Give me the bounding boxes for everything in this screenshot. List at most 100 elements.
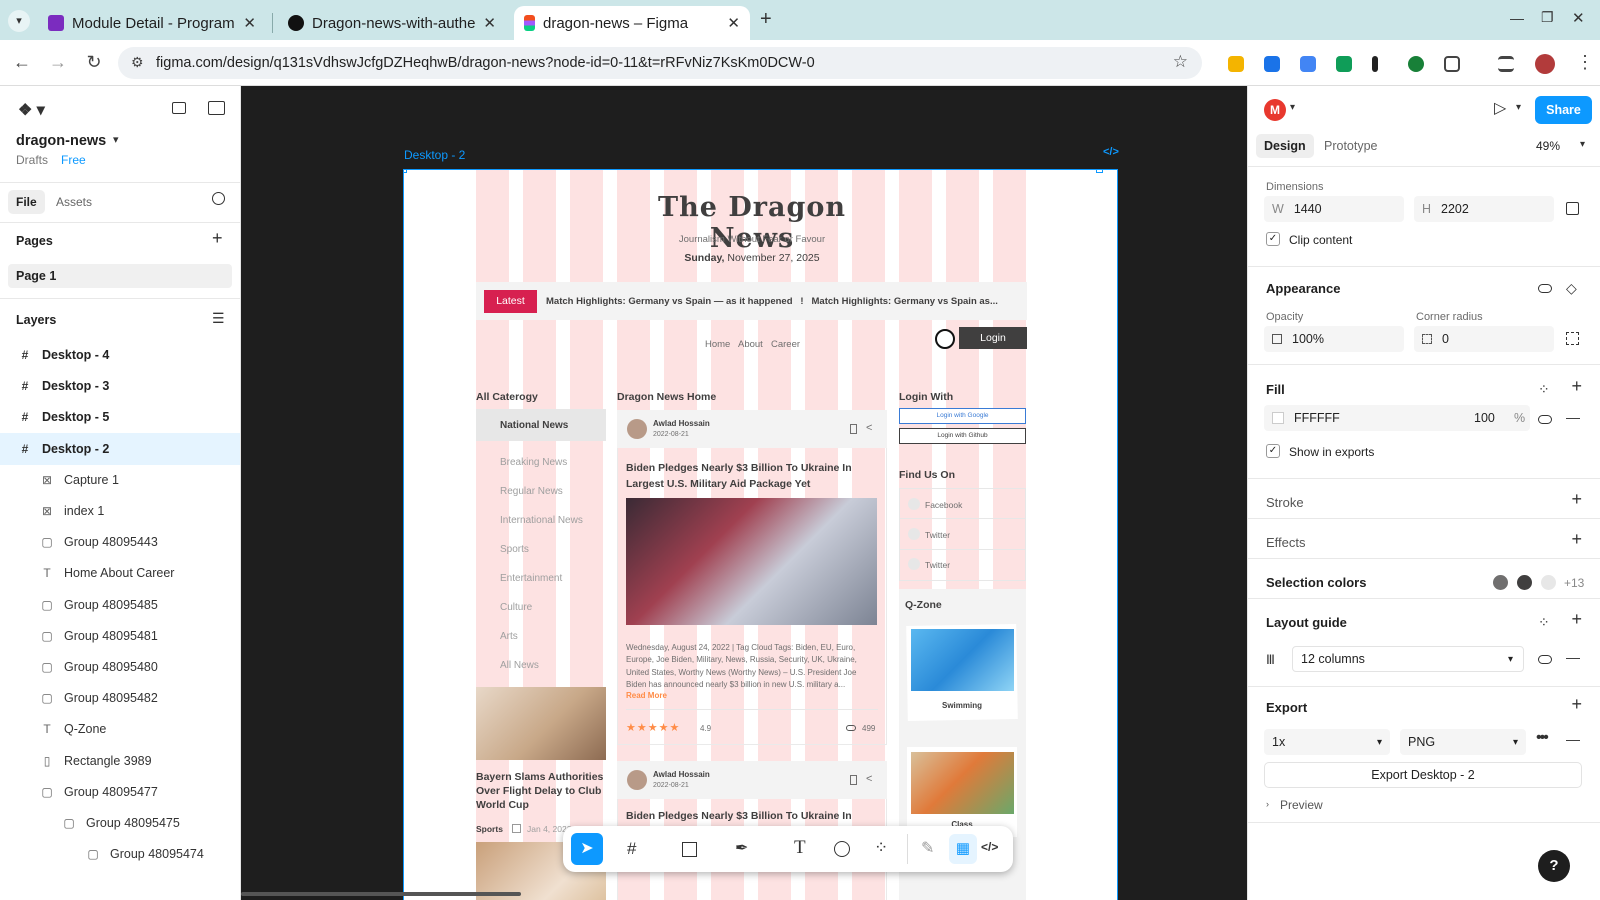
add-page-icon[interactable]: + bbox=[212, 228, 223, 249]
browser-tab-github[interactable]: Dragon-news-with-authe ✕ bbox=[278, 6, 506, 40]
social-facebook[interactable]: Facebook bbox=[925, 500, 962, 510]
columns-select[interactable]: 12 columns ▾ bbox=[1292, 646, 1524, 672]
independent-corners-icon[interactable] bbox=[1566, 332, 1579, 345]
extensions-puzzle-icon[interactable] bbox=[1444, 56, 1460, 72]
address-bar[interactable]: ⚙ figma.com/design/q131sVdhswJcfgDZHeqhw… bbox=[118, 47, 1202, 79]
pen-tool-icon[interactable]: ✒ bbox=[735, 838, 748, 858]
drafts-label[interactable]: Drafts bbox=[16, 153, 48, 167]
selection-colors-more[interactable]: +13 bbox=[1564, 576, 1584, 590]
nav-about[interactable]: About bbox=[738, 339, 763, 350]
share-button[interactable]: Share bbox=[1535, 96, 1592, 124]
login-button[interactable]: Login bbox=[959, 327, 1027, 349]
add-stroke-icon[interactable]: + bbox=[1571, 489, 1582, 510]
layer-row[interactable]: # Desktop - 5 bbox=[0, 401, 240, 433]
category-item[interactable]: Arts bbox=[500, 631, 518, 642]
remove-layout-guide-icon[interactable]: — bbox=[1566, 649, 1580, 665]
layer-row[interactable]: ▢ Group 48095480 bbox=[0, 651, 240, 683]
selection-color-swatch[interactable] bbox=[1541, 575, 1556, 590]
layer-row[interactable]: # Desktop - 2 bbox=[0, 432, 240, 465]
category-item[interactable]: Entertainment bbox=[500, 573, 562, 584]
clip-content-checkbox[interactable]: ✓ bbox=[1266, 232, 1280, 246]
corner-radius-field[interactable]: 0 bbox=[1414, 326, 1554, 352]
tab-design[interactable]: Design bbox=[1256, 134, 1314, 158]
shape-tool-icon[interactable] bbox=[682, 842, 697, 857]
layer-row[interactable]: T Home About Career bbox=[0, 557, 240, 589]
layers-collapse-icon[interactable]: ☰ bbox=[212, 310, 225, 327]
login-github-button[interactable]: Login with Github bbox=[899, 428, 1026, 444]
preview-chevron-icon[interactable]: › bbox=[1266, 799, 1269, 809]
export-format-select[interactable]: PNG ▾ bbox=[1400, 729, 1526, 755]
browser-tab-figma[interactable]: dragon-news – Figma ✕ bbox=[514, 6, 750, 40]
width-field[interactable]: W 1440 bbox=[1264, 196, 1404, 222]
news-headline[interactable]: Biden Pledges Nearly $3 Billion To Ukrai… bbox=[626, 460, 878, 492]
tab-file[interactable]: File bbox=[8, 190, 45, 214]
browser-menu-icon[interactable]: ⋮ bbox=[1576, 52, 1594, 73]
extension-green-icon[interactable] bbox=[1408, 56, 1424, 72]
restore-icon[interactable]: ❐ bbox=[1541, 9, 1554, 26]
category-item[interactable]: Regular News bbox=[500, 486, 563, 497]
login-google-button[interactable]: Login with Google bbox=[899, 408, 1026, 424]
extension-edit-icon[interactable] bbox=[1264, 56, 1280, 72]
browser-tab-program[interactable]: Module Detail - Program ✕ bbox=[38, 6, 266, 40]
read-more-link[interactable]: Read More bbox=[626, 691, 667, 700]
nav-career[interactable]: Career bbox=[771, 339, 800, 350]
layer-row[interactable]: T Q-Zone bbox=[0, 713, 240, 745]
sidebar-toggle-icon[interactable] bbox=[208, 101, 225, 115]
bookmark-icon[interactable] bbox=[850, 424, 857, 434]
close-tab-icon[interactable]: ✕ bbox=[243, 14, 256, 32]
close-window-icon[interactable]: ✕ bbox=[1572, 9, 1585, 27]
zoom-chevron-icon[interactable]: ▾ bbox=[1580, 139, 1585, 150]
layer-row[interactable]: # Desktop - 3 bbox=[0, 370, 240, 402]
present-chevron-icon[interactable]: ▾ bbox=[1516, 102, 1521, 113]
url-text[interactable]: figma.com/design/q131sVdhswJcfgDZHeqhwB/… bbox=[156, 55, 815, 71]
remove-export-icon[interactable]: — bbox=[1566, 731, 1580, 747]
resize-handle-left[interactable] bbox=[404, 170, 407, 173]
share-icon[interactable]: < bbox=[866, 422, 872, 434]
layer-row[interactable]: ⊠ index 1 bbox=[0, 495, 240, 527]
extension-mail-icon[interactable] bbox=[1336, 56, 1352, 72]
design-mode-icon[interactable]: ▦ bbox=[949, 834, 977, 864]
preview-toggle[interactable]: Preview bbox=[1280, 798, 1323, 812]
text-tool-icon[interactable]: T bbox=[794, 837, 806, 859]
close-tab-icon[interactable]: ✕ bbox=[483, 14, 496, 32]
frame-label[interactable]: Desktop - 2 bbox=[404, 148, 465, 162]
present-play-icon[interactable]: ▷ bbox=[1494, 98, 1506, 118]
extension-pen-icon[interactable] bbox=[1372, 56, 1378, 72]
layout-guide-styles-icon[interactable]: ⁘ bbox=[1538, 614, 1550, 631]
draw-mode-icon[interactable]: ✎ bbox=[921, 838, 934, 858]
minimize-icon[interactable]: — bbox=[1510, 10, 1524, 26]
dev-mode-icon[interactable]: </> bbox=[1103, 146, 1119, 158]
user-menu-chevron-icon[interactable]: ▾ bbox=[1290, 102, 1295, 113]
reload-icon[interactable]: ↻ bbox=[82, 52, 106, 73]
columns-grid-icon[interactable]: Ⅲ bbox=[1266, 652, 1275, 668]
user-avatar[interactable]: M bbox=[1264, 99, 1286, 121]
category-item[interactable]: National News bbox=[500, 420, 568, 431]
new-tab-icon[interactable]: + bbox=[760, 8, 772, 31]
export-button[interactable]: Export Desktop - 2 bbox=[1264, 762, 1582, 788]
extension-f-icon[interactable] bbox=[1300, 56, 1316, 72]
selection-color-swatch[interactable] bbox=[1517, 575, 1532, 590]
share-icon[interactable]: < bbox=[866, 773, 872, 785]
file-name[interactable]: dragon-news bbox=[16, 133, 106, 149]
layer-row[interactable]: ▢ Group 48095485 bbox=[0, 589, 240, 621]
layer-row[interactable]: ▢ Group 48095443 bbox=[0, 526, 240, 558]
show-in-exports-checkbox[interactable]: ✓ bbox=[1266, 444, 1280, 458]
layer-row[interactable]: ⊠ Capture 1 bbox=[0, 464, 240, 496]
bookmark-icon[interactable] bbox=[850, 775, 857, 785]
close-tab-icon[interactable]: ✕ bbox=[727, 14, 740, 32]
news-headline-2[interactable]: Biden Pledges Nearly $3 Billion To Ukrai… bbox=[626, 810, 878, 822]
layer-row[interactable]: ▢ Group 48095477 bbox=[0, 776, 240, 808]
dev-mode-toggle-icon[interactable]: </> bbox=[981, 840, 998, 854]
layer-row[interactable]: ▢ Group 48095482 bbox=[0, 682, 240, 714]
help-button[interactable]: ? bbox=[1538, 850, 1570, 882]
layer-row[interactable]: # Desktop - 4 bbox=[0, 339, 240, 371]
fill-visibility-eye-icon[interactable] bbox=[1538, 415, 1552, 424]
site-info-icon[interactable]: ⚙ bbox=[131, 54, 144, 71]
forward-icon[interactable]: → bbox=[46, 52, 70, 73]
horizontal-scrollbar[interactable] bbox=[241, 892, 521, 896]
category-item[interactable]: International News bbox=[500, 515, 583, 526]
ai-icon[interactable] bbox=[172, 102, 186, 114]
back-icon[interactable]: ← bbox=[10, 52, 34, 73]
layer-row[interactable]: ▢ Group 48095474 bbox=[0, 838, 240, 870]
height-field[interactable]: H 2202 bbox=[1414, 196, 1554, 222]
